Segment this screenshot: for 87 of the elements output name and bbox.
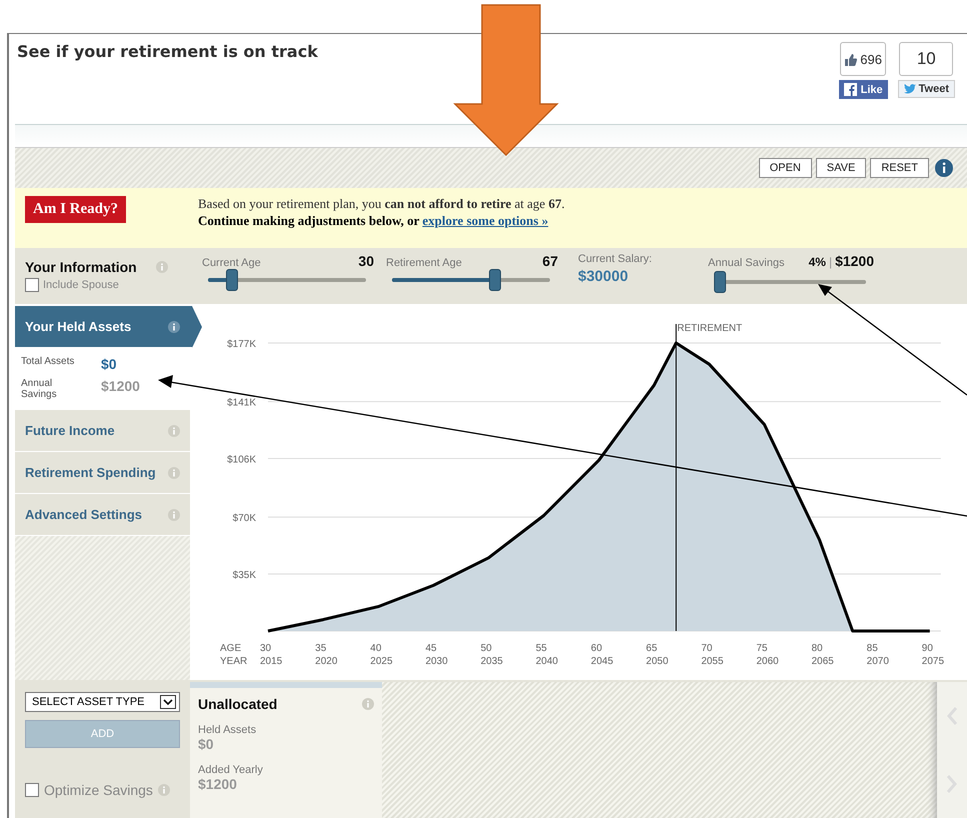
caret-icon xyxy=(163,698,173,706)
slider-track[interactable] xyxy=(208,269,366,291)
year-label: 2040 xyxy=(536,656,558,667)
x-tick-label: 35 xyxy=(315,643,326,654)
slider-thumb[interactable] xyxy=(488,269,501,291)
toolbar-button[interactable]: RESET xyxy=(870,158,929,178)
info-icon[interactable] xyxy=(935,159,953,177)
field-value: $1200 xyxy=(198,776,238,792)
y-tick-label: $141K xyxy=(227,398,256,409)
bird-icon xyxy=(904,84,916,94)
slider-track[interactable] xyxy=(714,271,866,293)
x-tick-label: 45 xyxy=(425,643,437,654)
y-tick-label: $35K xyxy=(232,570,256,582)
thumbs-up-icon xyxy=(844,52,858,66)
advice-text: Continue making adjustments below, or explore some options » xyxy=(198,213,550,229)
detail-label: Total Assets xyxy=(21,356,76,367)
share-count: 10 xyxy=(899,42,954,76)
asset-type-select[interactable]: SELECT ASSET TYPE xyxy=(25,692,180,712)
marker-label: RETIREMENT xyxy=(677,323,742,334)
salary-value: $30000 xyxy=(578,268,630,285)
status-badge: Am I Ready? xyxy=(25,196,126,223)
separator: | xyxy=(828,255,832,269)
x-tick-label: 70 xyxy=(701,643,712,654)
page-title: See if your retirement is on track xyxy=(17,42,318,63)
x-tick-label: 60 xyxy=(590,643,602,654)
x-tick-label: 90 xyxy=(922,643,933,654)
field-value: $0 xyxy=(198,736,215,752)
x-tick-label: 65 xyxy=(646,643,658,654)
info-icon[interactable] xyxy=(168,320,180,332)
x-tick-label: 80 xyxy=(812,643,823,654)
slider-value: 67 xyxy=(542,253,558,269)
x-tick-label: 30 xyxy=(260,643,272,654)
share-count: 696 xyxy=(840,42,886,76)
sidebar-item[interactable]: Retirement Spending xyxy=(15,452,190,494)
detail-label: Annual Savings xyxy=(21,378,58,400)
year-label: 2055 xyxy=(701,656,724,667)
year-label: 2075 xyxy=(922,656,944,667)
checkbox-label: Include Spouse xyxy=(43,279,119,291)
y-tick-label: $177K xyxy=(227,339,256,350)
axis-label: AGE xyxy=(220,643,242,654)
detail-value: $1200 xyxy=(101,378,140,394)
slider-label: Retirement Age xyxy=(386,257,462,269)
year-label: 2020 xyxy=(315,656,338,667)
year-label: 2060 xyxy=(756,656,779,667)
field-label: Added Yearly xyxy=(198,764,264,776)
percent-value: 4% xyxy=(808,255,826,269)
year-label: 2025 xyxy=(370,656,393,667)
year-label: 2045 xyxy=(590,656,614,667)
sidebar-item[interactable]: Your Held Assets xyxy=(15,306,202,348)
options-link[interactable]: explore some options » xyxy=(422,213,548,228)
slider-label: Current Age xyxy=(202,257,261,269)
detail-value: $0 xyxy=(101,356,117,372)
checkbox[interactable] xyxy=(25,783,39,797)
card-title: Unallocated xyxy=(198,696,278,712)
slider-thumb[interactable] xyxy=(226,269,238,291)
y-tick-label: $106K xyxy=(227,454,256,466)
x-tick-label: 85 xyxy=(866,643,878,654)
y-tick-label: $70K xyxy=(232,513,256,524)
year-label: 2030 xyxy=(425,656,448,667)
checkbox[interactable] xyxy=(25,278,39,292)
slider-track[interactable] xyxy=(392,269,550,291)
salary-label: Current Salary: xyxy=(578,253,653,265)
sidebar-item[interactable]: Future Income xyxy=(15,410,190,452)
year-label: 2050 xyxy=(646,656,668,667)
checkbox-label: Optimize Savings xyxy=(44,782,153,798)
slider-value: 30 xyxy=(358,253,374,269)
slider-thumb[interactable] xyxy=(714,271,726,293)
toolbar-button[interactable]: SAVE xyxy=(816,158,866,178)
tweet-button[interactable]: Tweet xyxy=(898,80,955,98)
section-title: Your Information xyxy=(25,259,137,275)
x-tick-label: 50 xyxy=(480,643,492,654)
x-tick-label: 40 xyxy=(370,643,382,654)
year-label: 2070 xyxy=(866,656,889,667)
toolbar-button[interactable]: OPEN xyxy=(758,158,812,178)
amount-value: $1200 xyxy=(835,253,874,269)
year-label: 2065 xyxy=(812,656,834,667)
f-logo-icon xyxy=(844,83,857,96)
x-tick-label: 55 xyxy=(536,643,547,654)
year-label: 2035 xyxy=(480,656,503,667)
x-tick-label: 75 xyxy=(756,643,768,654)
slider-label: Annual Savings xyxy=(708,257,784,269)
sidebar-item[interactable]: Advanced Settings xyxy=(15,494,190,536)
status-message: Based on your retirement plan, you can not afford to retire at age 67. xyxy=(198,196,565,212)
axis-label: YEAR xyxy=(220,656,248,667)
year-label: 2015 xyxy=(260,656,282,667)
field-label: Held Assets xyxy=(198,724,258,736)
like-button[interactable]: Like xyxy=(838,80,888,99)
